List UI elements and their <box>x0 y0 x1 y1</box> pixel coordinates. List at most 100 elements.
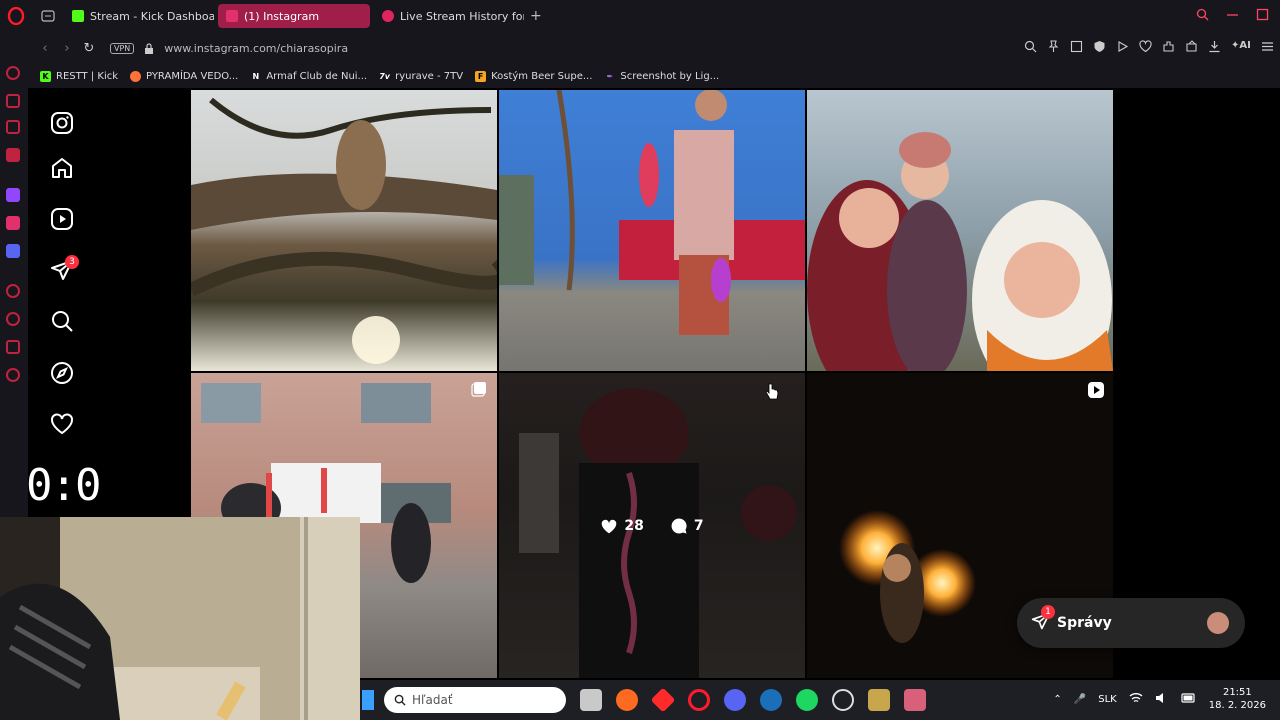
tab-instagram[interactable]: (1) Instagram <box>218 4 370 28</box>
extensions-side-icon[interactable] <box>6 340 20 354</box>
download-icon[interactable] <box>1208 40 1221 53</box>
post-tile[interactable] <box>807 90 1113 371</box>
lock-icon[interactable] <box>144 42 154 54</box>
tab-stream-history[interactable]: Live Stream History for Blе <box>374 4 524 28</box>
volume-icon[interactable] <box>1155 692 1169 707</box>
task-view-icon[interactable] <box>580 689 602 711</box>
twitch-icon[interactable] <box>6 188 20 202</box>
bookmark-armaf[interactable]: N Armaf Club de Nui... <box>250 71 367 82</box>
bookmarks-bar: K RESTT | Kick PYRAMÍDA VEDO... N Armaf … <box>28 64 1280 88</box>
clock-time: 21:51 <box>1222 687 1252 698</box>
red-diamond-app-icon[interactable] <box>650 687 676 713</box>
windows-taskbar: Hľadať ⌃ 🎤 SLK 21:51 18. 2. 2026 <box>360 680 1280 720</box>
new-tab-plus-icon[interactable]: + <box>530 8 542 24</box>
messenger-icon: 1 <box>1031 605 1055 635</box>
notino-logo-icon: N <box>252 71 260 81</box>
adblock-shield-icon[interactable] <box>1093 40 1106 53</box>
history-icon[interactable] <box>6 66 20 80</box>
bookmark-lightshot[interactable]: ✒ Screenshot by Lig... <box>604 70 720 82</box>
tab-islands-icon[interactable] <box>6 94 20 108</box>
minimize-icon[interactable] <box>1226 6 1240 20</box>
avatar-app-icon[interactable] <box>904 689 926 711</box>
player-icon[interactable] <box>6 284 20 298</box>
post-tile[interactable] <box>499 90 805 371</box>
search-icon <box>394 694 406 706</box>
webcam-image <box>0 517 360 720</box>
spotify-icon[interactable] <box>796 689 818 711</box>
bookmark-label: Armaf Club de Nui... <box>266 70 368 82</box>
instagram-logo-icon[interactable] <box>50 111 74 135</box>
wifi-icon[interactable] <box>1129 692 1143 707</box>
browser-tab-bar: Stream - Kick Dashboard (1) Instagram Li… <box>0 0 1280 32</box>
steam-icon[interactable] <box>760 689 782 711</box>
taskbar-clock[interactable]: 21:51 18. 2. 2026 <box>1209 686 1266 712</box>
taskbar-search[interactable]: Hľadať <box>384 687 566 713</box>
obs-icon[interactable] <box>832 689 854 711</box>
pin-icon[interactable] <box>1047 40 1060 53</box>
reels-icon[interactable] <box>50 207 74 231</box>
streamsgg-favicon-icon <box>382 10 394 22</box>
easy-setup-menu-icon[interactable] <box>1261 40 1274 53</box>
search-tabs-icon[interactable] <box>1196 6 1210 21</box>
instagram-side-icon[interactable] <box>6 216 20 230</box>
reload-icon[interactable]: ↻ <box>78 41 100 56</box>
bookmark-ryurave-7tv[interactable]: 7v ryurave - 7TV <box>379 71 463 82</box>
explore-compass-icon[interactable] <box>50 361 74 385</box>
tray-chevron-up-icon[interactable]: ⌃ <box>1053 694 1061 705</box>
tab-kick-dashboard[interactable]: Stream - Kick Dashboard <box>64 4 214 28</box>
maximize-icon[interactable] <box>1256 6 1270 21</box>
vpn-badge[interactable]: VPN <box>110 42 135 54</box>
kick-favicon-icon <box>72 10 84 22</box>
reel-play-icon <box>1087 381 1105 403</box>
heart-bookmark-icon[interactable] <box>1139 40 1152 53</box>
microphone-icon[interactable]: 🎤 <box>1074 694 1086 705</box>
windows-start-icon[interactable] <box>362 690 374 710</box>
system-tray: ⌃ 🎤 SLK 21:51 18. 2. 2026 <box>1053 686 1266 712</box>
aria-ai-icon[interactable]: ✦AI <box>1231 40 1251 53</box>
gmail-icon[interactable] <box>6 148 20 162</box>
feather-icon: ✒ <box>606 71 614 81</box>
origin-app-icon[interactable] <box>616 689 638 711</box>
post-tile[interactable] <box>191 90 497 371</box>
tab-label: Stream - Kick Dashboard <box>90 9 214 23</box>
7tv-logo-icon: 7v <box>379 71 390 81</box>
league-client-icon[interactable] <box>868 689 890 711</box>
opera-gx-taskbar-icon[interactable] <box>688 689 710 711</box>
bookmark-pyramida[interactable]: PYRAMÍDA VEDO... <box>130 70 238 82</box>
back-icon[interactable]: ‹ <box>34 41 56 56</box>
settings-gear-icon[interactable] <box>6 368 20 382</box>
messages-label: Správy <box>1057 615 1112 631</box>
desktop: Stream - Kick Dashboard (1) Instagram Li… <box>0 0 1280 720</box>
extensions-icon[interactable] <box>1162 40 1175 53</box>
battery-icon[interactable] <box>1181 692 1197 706</box>
tab-menu-icon[interactable] <box>36 6 60 26</box>
discord-icon[interactable] <box>6 244 20 258</box>
bookmark-restt-kick[interactable]: K RESTT | Kick <box>40 70 118 82</box>
play-icon[interactable] <box>1116 40 1129 53</box>
notifications-heart-icon[interactable] <box>50 412 74 436</box>
forward-icon[interactable]: › <box>56 41 78 56</box>
messages-button[interactable]: 1 Správy <box>1017 598 1245 648</box>
tab-label: Live Stream History for Blе <box>400 9 524 23</box>
language-indicator[interactable]: SLK <box>1098 694 1116 705</box>
bookmark-kostym[interactable]: F Kostým Beer Supe... <box>475 70 592 82</box>
tab-label: (1) Instagram <box>244 9 320 23</box>
kick-logo-icon: K <box>40 70 51 82</box>
opera-logo-icon[interactable] <box>4 4 28 28</box>
wallet-icon[interactable] <box>1185 40 1198 53</box>
home-icon[interactable] <box>50 156 74 180</box>
search-icon[interactable] <box>50 309 74 333</box>
zoom-icon[interactable] <box>1024 40 1037 53</box>
address-bar: ‹ › ↻ VPN www.instagram.com/chiarasopira… <box>28 32 1280 64</box>
workspaces-icon[interactable] <box>6 120 20 134</box>
post-tile-hovered[interactable]: 28 7 <box>499 373 805 678</box>
post-image <box>191 97 497 364</box>
clock-date: 18. 2. 2026 <box>1208 700 1266 711</box>
carousel-icon <box>471 381 487 401</box>
discord-taskbar-icon[interactable] <box>724 689 746 711</box>
bookmark-label: Screenshot by Lig... <box>620 70 720 82</box>
snapshot-icon[interactable] <box>1070 40 1083 53</box>
url-field[interactable]: www.instagram.com/chiarasopira <box>164 42 348 55</box>
clock-icon[interactable] <box>6 312 20 326</box>
stream-score-overlay: 0:0 <box>26 460 101 511</box>
